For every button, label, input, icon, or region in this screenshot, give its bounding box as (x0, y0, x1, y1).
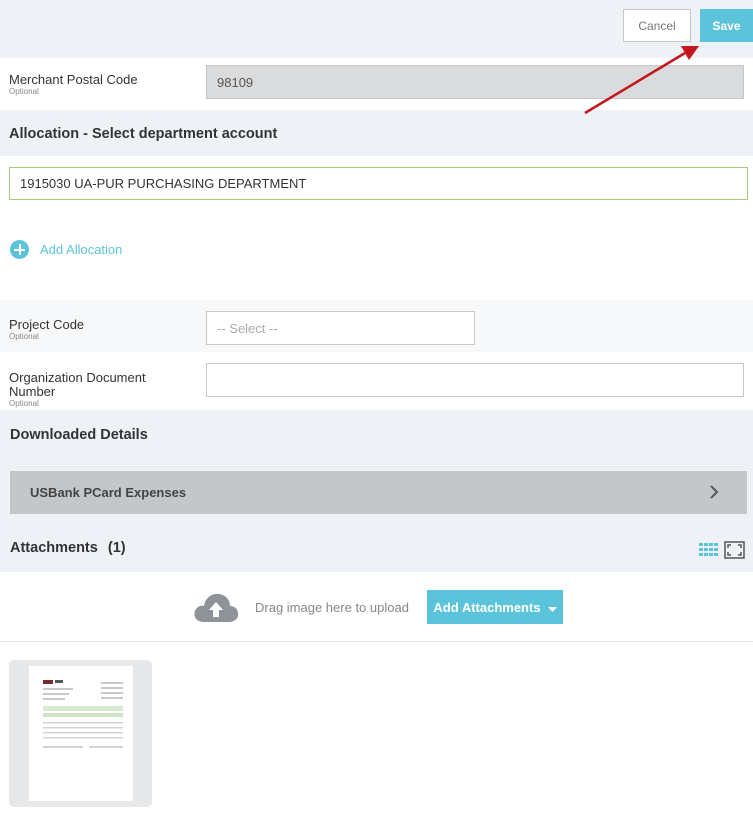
attachments-title-text: Attachments (10, 540, 98, 556)
upload-divider (0, 641, 753, 642)
receipt-preview (29, 666, 133, 801)
project-code-optional: Optional (9, 332, 39, 341)
allocation-account-field[interactable]: 1915030 UA-PUR PURCHASING DEPARTMENT (9, 167, 748, 200)
org-doc-label-line2: Number (9, 384, 56, 399)
add-attachments-button[interactable]: Add Attachments (427, 590, 563, 624)
add-attachments-label: Add Attachments (433, 599, 541, 615)
grid-view-icon[interactable] (699, 543, 718, 562)
downloaded-details-title: Downloaded Details (10, 427, 148, 443)
merchant-postal-optional: Optional (9, 87, 39, 96)
project-code-select[interactable]: -- Select -- (206, 311, 475, 345)
merchant-postal-label-text: Merchant Postal Code (9, 72, 138, 87)
cancel-button[interactable]: Cancel (623, 9, 691, 42)
org-doc-optional: Optional (9, 399, 39, 408)
caret-down-icon (547, 600, 557, 615)
allocation-title: Allocation - Select department account (9, 126, 278, 142)
save-button[interactable]: Save (700, 9, 753, 42)
attachment-thumbnail[interactable] (9, 660, 152, 807)
attachments-title: Attachments (1) (10, 540, 126, 556)
plus-circle-icon (10, 240, 29, 259)
attachments-count: (1) (107, 540, 126, 556)
add-allocation-link[interactable]: Add Allocation (10, 240, 122, 259)
usbank-pcard-expenses-card[interactable]: USBank PCard Expenses (10, 471, 747, 514)
drag-upload-text: Drag image here to upload (255, 600, 409, 615)
project-code-label-text: Project Code (9, 317, 85, 332)
org-doc-label-line1: Organization Document (9, 370, 146, 385)
expand-icon[interactable] (724, 541, 745, 564)
chevron-right-icon (708, 483, 720, 506)
add-allocation-label: Add Allocation (40, 242, 123, 257)
usbank-card-label: USBank PCard Expenses (30, 485, 187, 500)
project-code-label: Project Code Optional (9, 317, 85, 342)
cloud-upload-icon (192, 590, 240, 629)
org-doc-label: Organization Document Number Optional (9, 370, 146, 409)
annotation-arrow (584, 46, 699, 115)
org-doc-input[interactable] (206, 363, 744, 397)
merchant-postal-label: Merchant Postal Code Optional (9, 72, 138, 97)
